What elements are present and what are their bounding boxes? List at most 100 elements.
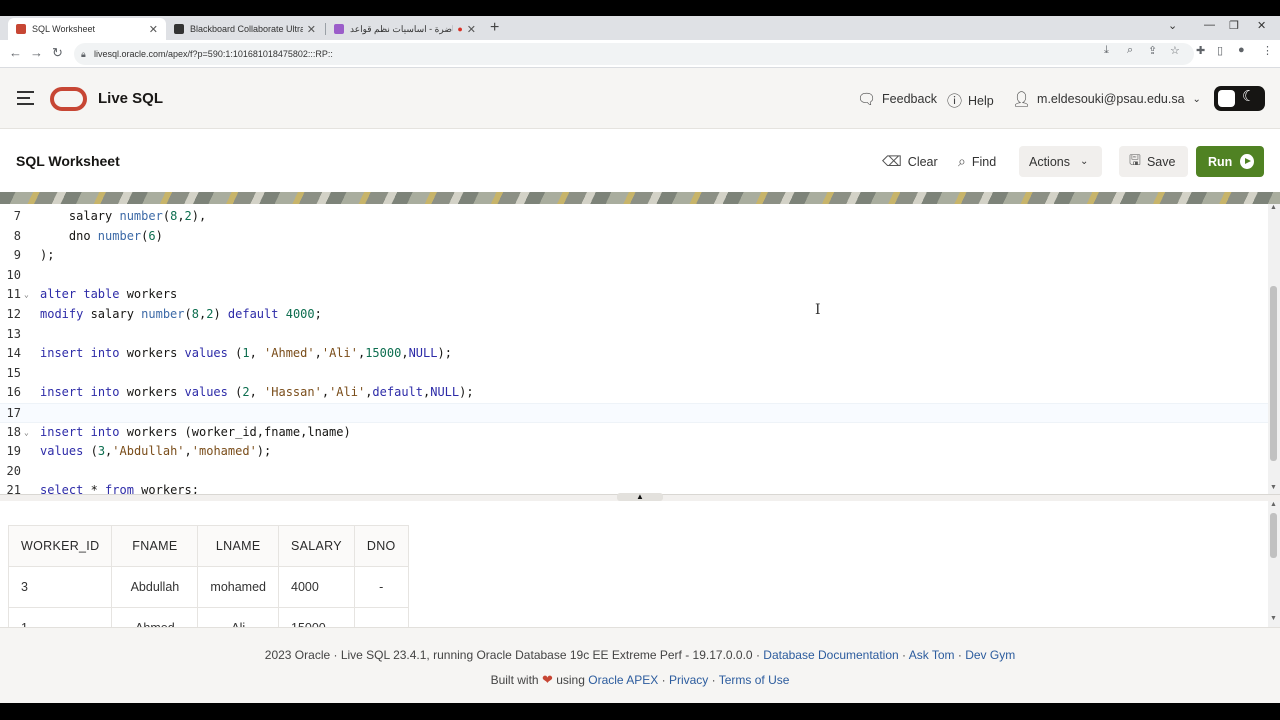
code-line[interactable]: 12 modify salary number(8,2) default 4000… bbox=[0, 305, 1268, 325]
editor-scroll-thumb[interactable] bbox=[1270, 286, 1277, 461]
user-menu[interactable]: 👤︎ m.eldesouki@psau.edu.sa ⌄ bbox=[1012, 90, 1201, 108]
find-button[interactable]: ⌕ Find bbox=[948, 146, 1006, 177]
table-cell: - bbox=[353, 566, 409, 608]
theme-toggle[interactable]: ☾ bbox=[1214, 86, 1265, 111]
results-table: WORKER_ID FNAME LNAME SALARY DNO 3 Abdul… bbox=[7, 525, 409, 627]
install-icon[interactable]: ⤓ bbox=[1104, 44, 1109, 57]
close-window-icon[interactable]: ✕ bbox=[1257, 19, 1266, 32]
side-panel-icon[interactable]: ▯ bbox=[1217, 44, 1223, 57]
find-label: Find bbox=[971, 154, 997, 169]
run-button[interactable]: Run bbox=[1196, 146, 1264, 177]
editor-scrollbar[interactable]: ▲ ▼ bbox=[1268, 204, 1280, 494]
code-line[interactable]: 14 insert into workers values (1, 'Ahmed'… bbox=[0, 344, 1268, 364]
code-text: insert into workers values (2, 'Hassan',… bbox=[40, 385, 474, 400]
footer-version-text: 2023 Oracle · Live SQL 23.4.1, running O… bbox=[264, 648, 760, 662]
code-text: dno number(6) bbox=[40, 228, 163, 243]
scroll-up-icon[interactable]: ▲ bbox=[1270, 501, 1277, 508]
collapse-results-icon[interactable]: ▲ bbox=[617, 493, 663, 501]
save-button[interactable]: 🖫 Save bbox=[1119, 146, 1188, 177]
scroll-up-icon[interactable]: ▲ bbox=[1270, 204, 1277, 211]
pane-splitter[interactable]: ▲ bbox=[0, 493, 1280, 501]
oracle-logo[interactable] bbox=[50, 87, 87, 111]
find-icon: ⌕ bbox=[958, 153, 966, 169]
page-title: SQL Worksheet bbox=[16, 153, 120, 169]
share-icon[interactable]: ⇪ bbox=[1148, 44, 1157, 57]
table-cell: 4000 bbox=[278, 566, 355, 608]
code-line[interactable]: 8 dno number(6) bbox=[0, 227, 1268, 247]
text-cursor-icon: I bbox=[815, 302, 821, 318]
app-brand[interactable]: Live SQL bbox=[98, 90, 163, 107]
lecture-favicon-icon bbox=[334, 24, 344, 34]
line-number: 14 bbox=[6, 346, 21, 361]
clear-button[interactable]: ⌫ Clear bbox=[872, 146, 948, 177]
table-cell: 15000 bbox=[278, 607, 355, 627]
eraser-icon: ⌫ bbox=[882, 153, 902, 169]
privacy-link[interactable]: Privacy bbox=[669, 673, 708, 687]
save-disk-icon: 🖫 bbox=[1129, 151, 1141, 168]
new-tab-button[interactable]: + bbox=[490, 19, 499, 37]
results-scroll-thumb[interactable] bbox=[1270, 513, 1277, 558]
code-line[interactable]: 20 bbox=[0, 462, 1268, 482]
line-number: 13 bbox=[6, 326, 21, 341]
footer-row-2: Built with ❤ using Oracle APEX · Privacy… bbox=[490, 672, 790, 687]
browser-tab-lecture[interactable]: محاضرة - اساسيات نظم قواعد... ● ✕ bbox=[326, 18, 484, 40]
dev-gym-link[interactable]: Dev Gym bbox=[965, 648, 1015, 662]
line-number: 10 bbox=[6, 267, 21, 282]
table-cell: - bbox=[353, 607, 409, 627]
code-text: values (3,'Abdullah','mohamed'); bbox=[40, 444, 272, 459]
table-row: 1 Ahmed Ali 15000 - bbox=[7, 607, 409, 627]
menu-kebab-icon[interactable]: ⋮ bbox=[1262, 44, 1273, 57]
chevron-down-icon: ⌄ bbox=[1192, 93, 1201, 105]
code-line[interactable]: 10 bbox=[0, 266, 1268, 286]
fold-chevron-icon[interactable]: ⌄ bbox=[24, 285, 29, 305]
tab-search-icon[interactable]: ⌄ bbox=[1168, 19, 1177, 32]
code-line[interactable]: 13 bbox=[0, 325, 1268, 345]
hamburger-menu-icon[interactable] bbox=[17, 91, 34, 109]
minimize-icon[interactable]: — bbox=[1204, 19, 1215, 31]
footer-row-1: 2023 Oracle · Live SQL 23.4.1, running O… bbox=[264, 648, 1016, 662]
clear-label: Clear bbox=[907, 154, 938, 169]
sql-editor[interactable]: 21 select * from workers; 20 19 values (3,'A… bbox=[0, 204, 1280, 494]
close-tab-icon[interactable]: ✕ bbox=[307, 23, 316, 36]
feedback-link[interactable]: 🗨︎ Feedback bbox=[857, 90, 937, 108]
code-line[interactable]: 18 ⌄ insert into workers (worker_id,fname,… bbox=[0, 423, 1268, 443]
recording-icon: ● bbox=[457, 24, 463, 34]
oracle-apex-link[interactable]: Oracle APEX bbox=[588, 673, 658, 687]
scroll-down-icon[interactable]: ▼ bbox=[1270, 615, 1277, 622]
profile-icon[interactable]: ● bbox=[1238, 44, 1245, 56]
bookmark-star-icon[interactable]: ☆ bbox=[1170, 44, 1180, 57]
code-line[interactable]: 17 bbox=[0, 403, 1268, 423]
code-line[interactable]: 16 insert into workers values (2, 'Hassan… bbox=[0, 383, 1268, 403]
line-number: 15 bbox=[6, 365, 21, 380]
worksheet-toolbar: SQL Worksheet ⌫ Clear ⌕ Find Actions ⌄ 🖫… bbox=[0, 129, 1280, 192]
extensions-icon[interactable]: ✚ bbox=[1196, 44, 1205, 57]
terms-of-use-link[interactable]: Terms of Use bbox=[719, 673, 790, 687]
reload-icon[interactable]: ↻ bbox=[52, 45, 63, 61]
code-line[interactable]: 19 values (3,'Abdullah','mohamed'); bbox=[0, 442, 1268, 462]
zoom-icon[interactable]: ⌕ bbox=[1127, 44, 1133, 57]
feedback-label: Feedback bbox=[882, 92, 937, 106]
help-circle-icon: ⓘ bbox=[947, 93, 963, 110]
browser-tab-sql-worksheet[interactable]: SQL Worksheet ✕ bbox=[8, 18, 166, 40]
results-scrollbar[interactable]: ▲ ▼ bbox=[1268, 501, 1280, 627]
scroll-down-icon[interactable]: ▼ bbox=[1270, 484, 1277, 491]
actions-menu-button[interactable]: Actions ⌄ bbox=[1019, 146, 1102, 177]
help-label: Help bbox=[968, 93, 994, 108]
browser-tab-blackboard[interactable]: Blackboard Collaborate Ultra - ... ✕ bbox=[166, 18, 324, 40]
code-line[interactable]: 15 bbox=[0, 364, 1268, 384]
code-line[interactable]: 9); bbox=[0, 246, 1268, 266]
oracle-favicon-icon bbox=[16, 24, 26, 34]
actions-label: Actions bbox=[1029, 154, 1070, 169]
close-tab-icon[interactable]: ✕ bbox=[149, 23, 158, 36]
url-field[interactable]: 🔒︎ livesql.oracle.com/apex/f?p=590:1:101… bbox=[74, 43, 1194, 65]
database-documentation-link[interactable]: Database Documentation bbox=[763, 648, 898, 662]
restore-icon[interactable]: ❐ bbox=[1229, 19, 1239, 32]
back-icon[interactable]: ← bbox=[9, 45, 22, 60]
help-link[interactable]: ⓘ Help bbox=[947, 90, 994, 111]
code-line[interactable]: 11 ⌄ alter table workers bbox=[0, 285, 1268, 305]
ask-tom-link[interactable]: Ask Tom bbox=[909, 648, 955, 662]
close-tab-icon[interactable]: ✕ bbox=[467, 23, 476, 36]
fold-chevron-icon[interactable]: ⌄ bbox=[24, 423, 29, 443]
forward-icon[interactable]: → bbox=[30, 45, 43, 60]
code-line[interactable]: 7 salary number(8,2), bbox=[0, 207, 1268, 227]
